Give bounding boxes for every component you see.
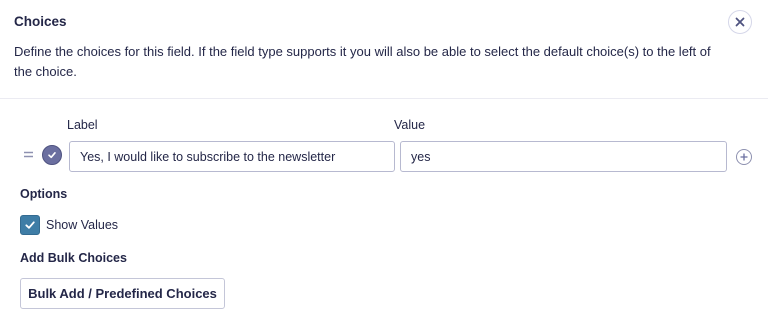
choice-value-input[interactable] <box>400 141 727 172</box>
close-button[interactable] <box>728 10 752 34</box>
value-column-header: Value <box>394 118 426 132</box>
plus-circle-icon <box>740 153 748 161</box>
show-values-label[interactable]: Show Values <box>46 218 118 232</box>
choices-header: Choices Define the choices for this fiel… <box>0 0 768 99</box>
bulk-choices-heading: Add Bulk Choices <box>20 251 127 265</box>
choice-label-input[interactable] <box>69 141 395 172</box>
checkmark-icon <box>25 221 35 229</box>
default-choice-radio[interactable] <box>42 145 62 165</box>
checkmark-icon <box>48 152 56 159</box>
drag-handle-icon[interactable] <box>22 148 35 161</box>
label-column-header: Label <box>67 118 98 132</box>
options-heading: Options <box>20 187 68 201</box>
panel-description: Define the choices for this field. If th… <box>14 44 711 79</box>
add-choice-button[interactable] <box>736 149 752 165</box>
show-values-checkbox[interactable] <box>20 215 40 235</box>
choices-panel: Choices Define the choices for this fiel… <box>0 0 768 323</box>
bulk-add-button[interactable]: Bulk Add / Predefined Choices <box>20 278 225 309</box>
panel-title: Choices <box>14 14 67 29</box>
close-icon <box>735 17 745 27</box>
